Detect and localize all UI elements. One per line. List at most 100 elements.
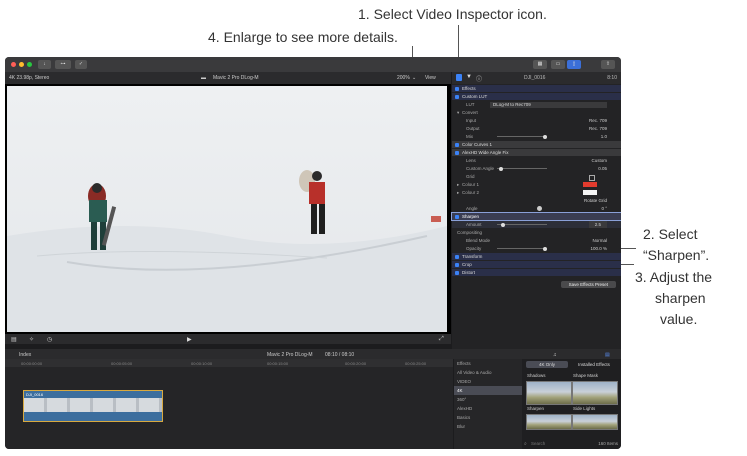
- transform-checkbox[interactable]: [455, 254, 459, 259]
- import-button[interactable]: ↓: [38, 60, 51, 69]
- title-bar: ↓ ⊶ ✓ ▦ ▭ ▯ ⇧: [5, 57, 621, 72]
- share-button[interactable]: ⇧: [601, 60, 615, 69]
- colour1-swatch[interactable]: [583, 182, 597, 187]
- color-curves-checkbox[interactable]: [455, 142, 459, 147]
- colour2-swatch[interactable]: [583, 190, 597, 195]
- index-button[interactable]: Index: [19, 352, 31, 358]
- zoom-level-menu[interactable]: 200%: [397, 75, 410, 81]
- colour2-row: ▸ Colour 2: [452, 189, 621, 196]
- effects-browser-icon[interactable]: ▤: [605, 352, 610, 358]
- custom-angle-knob[interactable]: [499, 166, 503, 171]
- keywords-button[interactable]: ⊶: [55, 60, 71, 69]
- video-frame: [7, 86, 447, 332]
- search-icon: ⌕: [524, 441, 527, 447]
- video-inspector-icon[interactable]: [456, 74, 462, 81]
- effects-checkbox[interactable]: [455, 86, 459, 91]
- colour1-row: ▸ Colour 1: [452, 181, 621, 188]
- timeline-timecode: 08:10 / 08:10: [325, 351, 355, 358]
- audio-icon[interactable]: ♫: [553, 352, 557, 358]
- clip-appearance-icon[interactable]: ▤: [11, 336, 17, 343]
- amount-slider[interactable]: [497, 222, 547, 227]
- crop-section[interactable]: Crop: [452, 261, 621, 268]
- speed-icon[interactable]: ◷: [47, 336, 52, 343]
- sharpen-section[interactable]: Sharpen: [451, 212, 621, 221]
- custom-lut-checkbox[interactable]: [455, 94, 459, 99]
- category-item[interactable]: VIDEO: [454, 377, 522, 386]
- enhance-icon[interactable]: ✧: [29, 336, 34, 343]
- grid-row: Grid: [452, 173, 621, 181]
- effects-search-field[interactable]: Search: [531, 441, 545, 446]
- info-icon[interactable]: ⓘ: [476, 74, 482, 83]
- play-button[interactable]: ▶: [187, 336, 192, 343]
- distort-section[interactable]: Distort: [452, 269, 621, 276]
- effects-list-header: Effects: [457, 361, 471, 366]
- effects-category-list: Effects All Video & Audio VIDEO 4K 360° …: [454, 359, 522, 449]
- blend-mode-value[interactable]: Normal: [592, 237, 607, 244]
- inspector-clip-name: DJI_0016: [524, 75, 546, 81]
- effect-thumb[interactable]: [526, 414, 572, 430]
- zoom-window-button[interactable]: [27, 62, 32, 67]
- wide-angle-section[interactable]: AlexHD Wide Angle Fix: [452, 149, 621, 156]
- timeline-clip[interactable]: DJI_0016: [23, 390, 163, 422]
- effect-thumb-side-lights[interactable]: [572, 381, 618, 405]
- callout-select-sharpen-1: 2. Select: [643, 226, 698, 242]
- timeline-toggle-button[interactable]: ▭: [551, 60, 565, 69]
- output-value[interactable]: Rec. 709: [589, 125, 607, 132]
- category-item[interactable]: AlexHD: [454, 404, 522, 413]
- grid-checkbox[interactable]: [589, 174, 595, 181]
- input-row: Input Rec. 709: [466, 117, 607, 124]
- compositing-row[interactable]: Compositing: [452, 229, 621, 236]
- lut-dropdown[interactable]: DLog-M to Rec709: [490, 101, 607, 108]
- minimize-window-button[interactable]: [19, 62, 24, 67]
- callout-adjust-1: 3. Adjust the: [635, 269, 713, 285]
- angle-dial-icon[interactable]: [537, 206, 542, 211]
- category-item[interactable]: 360°: [454, 395, 522, 404]
- wide-angle-checkbox[interactable]: [455, 150, 459, 155]
- effects-browser: Effects All Video & Audio VIDEO 4K 360° …: [454, 359, 621, 449]
- effects-section[interactable]: Effects: [452, 85, 621, 92]
- input-value[interactable]: Rec. 709: [589, 117, 607, 124]
- close-window-button[interactable]: [11, 62, 16, 67]
- timeline-clip-title: Mavic 2 Pro DLog-M: [267, 351, 313, 358]
- inspector-toggle-button[interactable]: ▯: [567, 60, 581, 69]
- crop-checkbox[interactable]: [455, 262, 459, 267]
- filter-icon[interactable]: ▼: [466, 74, 472, 80]
- amount-value[interactable]: 2.5: [588, 221, 607, 228]
- background-tasks-button[interactable]: ✓: [75, 60, 87, 69]
- category-item[interactable]: Basics: [454, 413, 522, 422]
- callout-enlarge: 4. Enlarge to see more details.: [208, 29, 398, 45]
- callout-adjust-2: sharpen: [655, 290, 706, 306]
- distort-checkbox[interactable]: [455, 270, 459, 275]
- convert-row[interactable]: ▾ Convert: [452, 109, 621, 116]
- custom-lut-section[interactable]: Custom LUT: [452, 93, 621, 100]
- browser-toggle-button[interactable]: ▦: [533, 60, 547, 69]
- effect-thumb-sharpen[interactable]: [526, 381, 572, 405]
- viewer[interactable]: [5, 84, 451, 334]
- mix-slider-knob[interactable]: [543, 134, 547, 139]
- lens-value[interactable]: Custom: [591, 157, 607, 164]
- custom-angle-slider[interactable]: [497, 166, 547, 171]
- sharpen-checkbox[interactable]: [455, 214, 459, 219]
- tab-4k-only[interactable]: 4K Only: [526, 361, 568, 368]
- fullscreen-icon[interactable]: ⤢: [439, 336, 444, 343]
- transform-section[interactable]: Transform: [452, 253, 621, 260]
- effect-thumb[interactable]: [572, 414, 618, 430]
- category-item-selected[interactable]: 4K: [454, 386, 522, 395]
- timeline-ruler: 00:00:00:00 00:00:05:00 00:00:10:00 00:0…: [5, 359, 453, 367]
- view-menu[interactable]: View: [425, 75, 436, 81]
- tab-installed-effects[interactable]: Installed Effects: [570, 361, 618, 368]
- save-effects-preset-button[interactable]: Save Effects Preset: [560, 281, 616, 288]
- opacity-slider[interactable]: [497, 246, 547, 251]
- color-curves-section[interactable]: Color Curves 1: [452, 141, 621, 148]
- amount-row: Amount 2.5: [452, 221, 621, 228]
- rotate-grid-button[interactable]: Rotate Grid: [584, 197, 607, 204]
- opacity-slider-knob[interactable]: [543, 246, 547, 251]
- clip-filmstrip: [24, 398, 162, 412]
- callout-select-sharpen-2: “Sharpen”.: [643, 247, 710, 263]
- mix-slider[interactable]: [497, 134, 547, 139]
- amount-slider-knob[interactable]: [501, 222, 505, 227]
- category-item[interactable]: Blur: [454, 422, 522, 431]
- effects-count: 160 Items: [598, 441, 618, 446]
- timeline[interactable]: 00:00:00:00 00:00:05:00 00:00:10:00 00:0…: [5, 359, 453, 449]
- category-item[interactable]: All Video & Audio: [454, 368, 522, 377]
